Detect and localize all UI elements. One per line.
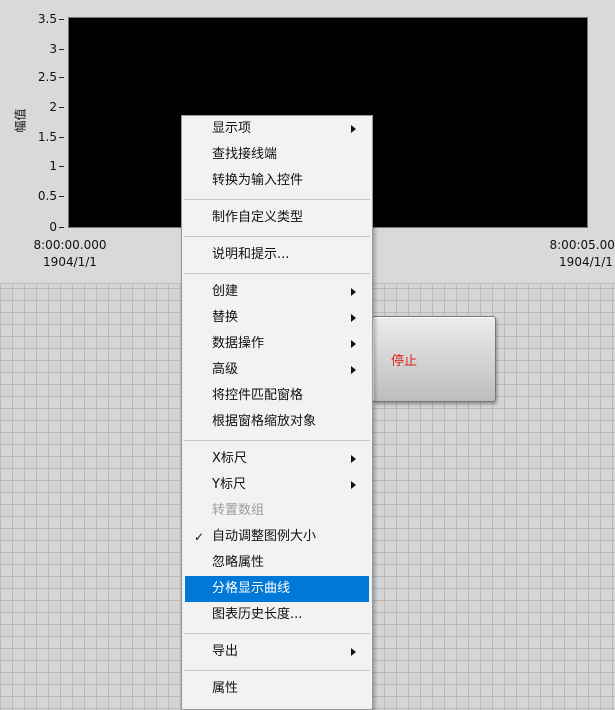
x-tick-date: 1904/1/1: [43, 255, 97, 269]
menu-item[interactable]: 将控件匹配窗格: [182, 383, 372, 409]
menu-item[interactable]: 替换: [182, 305, 372, 331]
y-tick-label: 0: [49, 221, 64, 233]
submenu-arrow-icon: [351, 314, 356, 322]
submenu-arrow-icon: [351, 288, 356, 296]
menu-item-label: 根据窗格缩放对象: [212, 414, 317, 429]
menu-item-label: 忽略属性: [212, 555, 265, 570]
y-tick-label: 2.5: [38, 71, 64, 83]
menu-item-label: 高级: [212, 362, 239, 377]
menu-item[interactable]: Y标尺: [182, 472, 372, 498]
menu-item[interactable]: 制作自定义类型: [182, 205, 372, 231]
y-axis-label: 幅值: [13, 108, 28, 133]
submenu-arrow-icon: [351, 481, 356, 489]
submenu-arrow-icon: [351, 648, 356, 656]
menu-item[interactable]: 数据操作: [182, 331, 372, 357]
x-tick-time: 8:00:00.000: [33, 238, 107, 252]
menu-item[interactable]: 说明和提示...: [182, 242, 372, 268]
menu-item[interactable]: 分格显示曲线: [185, 576, 369, 602]
menu-item-label: 导出: [212, 644, 239, 659]
menu-item-label: 说明和提示...: [212, 247, 290, 262]
submenu-arrow-icon: [351, 366, 356, 374]
menu-separator: [184, 199, 370, 200]
menu-item-label: 创建: [212, 284, 239, 299]
submenu-arrow-icon: [351, 455, 356, 463]
menu-separator: [184, 670, 370, 671]
context-menu: 显示项查找接线端转换为输入控件 制作自定义类型 说明和提示... 创建替换数据操作高级…: [181, 115, 373, 710]
x-tick-end: 8:00:05.000 1904/1/1: [544, 237, 615, 271]
y-tick-label: 1: [49, 160, 64, 172]
x-tick-date: 1904/1/1: [559, 255, 613, 269]
y-tick-label: 3.5: [38, 13, 64, 25]
menu-item-label: 图表历史长度...: [212, 607, 303, 622]
menu-item[interactable]: 创建: [182, 279, 372, 305]
menu-item[interactable]: 转换为输入控件: [182, 168, 372, 194]
menu-separator: [184, 633, 370, 634]
menu-item-label: 替换: [212, 310, 239, 325]
stop-button-label: 停止: [391, 353, 418, 369]
y-tick-label: 3: [49, 43, 64, 55]
menu-item[interactable]: X标尺: [182, 446, 372, 472]
menu-item-label: Y标尺: [212, 477, 246, 492]
menu-item[interactable]: ✓ 自动调整图例大小: [182, 524, 372, 550]
menu-item[interactable]: 查找接线端: [182, 142, 372, 168]
y-tick-label: 0.5: [38, 190, 64, 202]
x-tick-time: 8:00:05.000: [549, 238, 615, 252]
menu-item: 转置数组: [182, 498, 372, 524]
menu-item[interactable]: 导出: [182, 639, 372, 665]
menu-item-label: 显示项: [212, 121, 252, 136]
menu-item-label: 转换为输入控件: [212, 173, 304, 188]
x-tick-start: 8:00:00.000 1904/1/1: [28, 237, 112, 271]
menu-item[interactable]: 根据窗格缩放对象: [182, 409, 372, 435]
menu-item[interactable]: 图表历史长度...: [182, 602, 372, 628]
checkmark-icon: ✓: [194, 530, 205, 544]
menu-separator: [184, 273, 370, 274]
menu-item-label: 将控件匹配窗格: [212, 388, 304, 403]
menu-item[interactable]: 属性: [182, 676, 372, 702]
menu-item-label: 查找接线端: [212, 147, 278, 162]
menu-item-label: 转置数组: [212, 503, 265, 518]
y-tick-label: 1.5: [38, 131, 64, 143]
menu-item-label: 数据操作: [212, 336, 265, 351]
submenu-arrow-icon: [351, 125, 356, 133]
menu-item[interactable]: 忽略属性: [182, 550, 372, 576]
stop-button[interactable]: 停止: [372, 316, 496, 402]
y-tick-label: 2: [49, 101, 64, 113]
menu-item[interactable]: 显示项: [182, 116, 372, 142]
menu-separator: [184, 440, 370, 441]
menu-item-label: 自动调整图例大小: [212, 529, 317, 544]
menu-item[interactable]: 高级: [182, 357, 372, 383]
menu-item-label: X标尺: [212, 451, 247, 466]
menu-item-label: 制作自定义类型: [212, 210, 304, 225]
submenu-arrow-icon: [351, 340, 356, 348]
menu-item-label: 分格显示曲线: [212, 581, 291, 596]
menu-item-label: 属性: [212, 681, 239, 696]
menu-separator: [184, 236, 370, 237]
